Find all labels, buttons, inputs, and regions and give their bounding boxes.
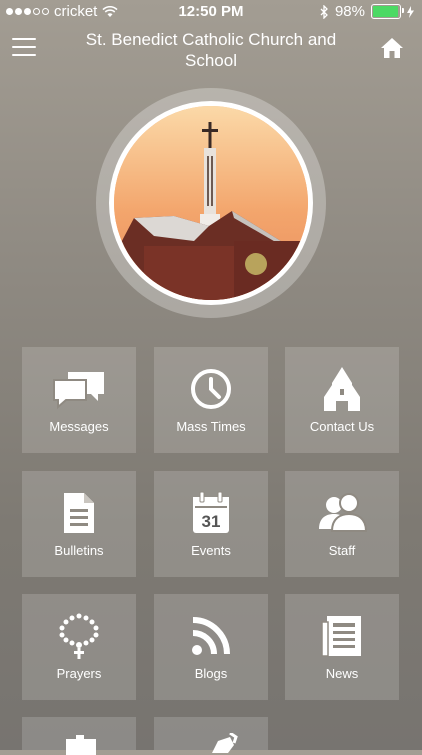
tile-news[interactable]: News xyxy=(285,594,399,700)
tile-bulletins[interactable]: Bulletins xyxy=(22,471,136,577)
page-title: St. Benedict Catholic Church and School xyxy=(85,30,337,70)
tile-contact-us[interactable]: Contact Us xyxy=(285,347,399,453)
clock-icon xyxy=(191,369,231,409)
calendar-day-number: 31 xyxy=(201,512,221,531)
home-icon xyxy=(381,38,403,58)
tile-partial-right[interactable] xyxy=(154,717,268,753)
tile-label: Messages xyxy=(49,419,109,434)
tile-label: Bulletins xyxy=(54,543,104,558)
tile-label: Mass Times xyxy=(176,419,246,434)
newspaper-icon xyxy=(321,616,361,657)
tile-mass-times[interactable]: Mass Times xyxy=(154,347,268,453)
church-icon xyxy=(324,367,360,411)
tile-label: Staff xyxy=(328,543,356,558)
tile-label: Blogs xyxy=(194,666,228,681)
messages-icon xyxy=(53,372,104,410)
tile-partial-left[interactable] xyxy=(22,717,136,755)
status-right: 98% xyxy=(320,3,414,20)
battery-fill xyxy=(373,6,399,17)
tile-events[interactable]: 31 Events xyxy=(154,471,268,577)
tile-label: Events xyxy=(191,543,231,558)
battery-icon xyxy=(371,4,404,19)
people-icon xyxy=(319,493,367,532)
tile-label: News xyxy=(325,666,359,681)
home-button[interactable] xyxy=(380,36,404,60)
hamburger-menu-button[interactable] xyxy=(12,38,36,56)
rss-icon xyxy=(192,617,230,655)
tile-label: Prayers xyxy=(56,666,102,681)
tile-label: Contact Us xyxy=(309,419,375,434)
status-bar: cricket 12:50 PM 98% xyxy=(0,0,422,24)
church-steeple-photo xyxy=(109,101,313,305)
battery-percent: 98% xyxy=(334,3,365,20)
document-icon xyxy=(64,493,94,533)
bluetooth-icon xyxy=(320,4,328,19)
tile-staff[interactable]: Staff xyxy=(285,471,399,577)
charging-icon xyxy=(407,5,414,18)
nav-bar: St. Benedict Catholic Church and School xyxy=(0,24,422,72)
tile-blogs[interactable]: Blogs xyxy=(154,594,268,700)
partial-music-icon xyxy=(212,733,238,753)
tile-messages[interactable]: Messages xyxy=(22,347,136,453)
tile-prayers[interactable]: Prayers xyxy=(22,594,136,700)
rosary-icon xyxy=(59,613,99,659)
partial-tile-icon xyxy=(66,735,96,755)
